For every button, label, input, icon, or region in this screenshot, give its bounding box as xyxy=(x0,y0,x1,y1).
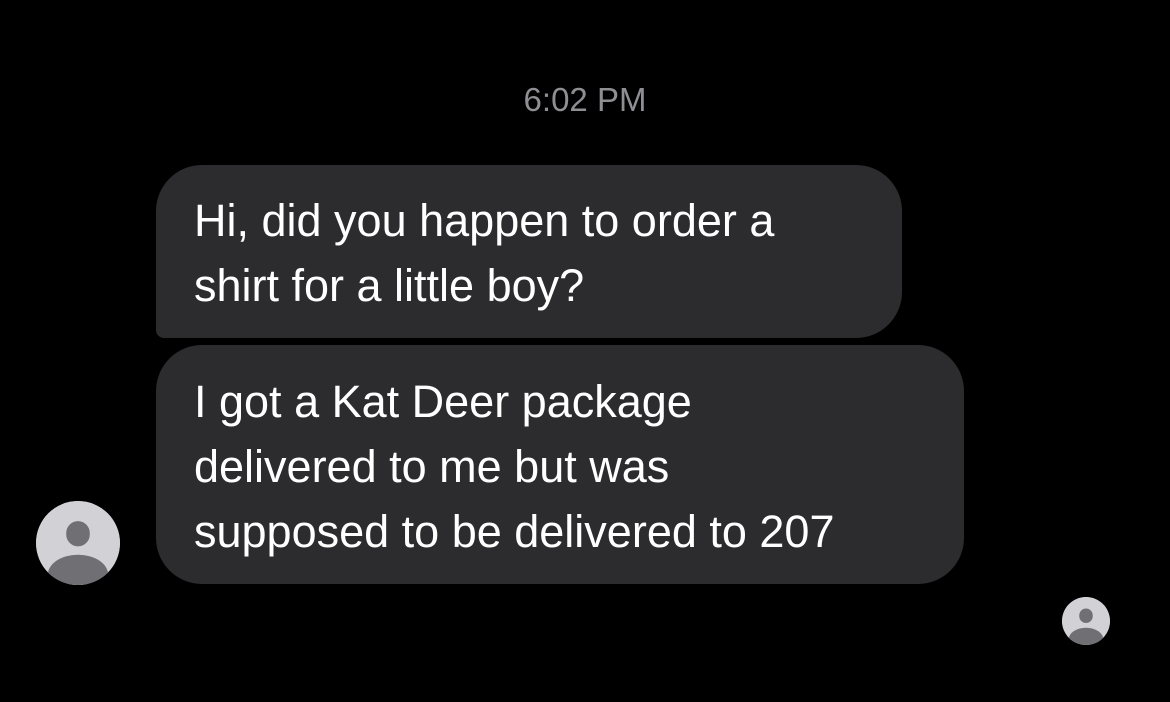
person-silhouette-icon xyxy=(1062,597,1110,645)
message-text-line: Hi, did you happen to order a xyxy=(194,195,775,246)
message-text-line: supposed to be delivered to 207 xyxy=(194,506,835,557)
message-bubble[interactable]: I got a Kat Deer package delivered to me… xyxy=(156,345,964,584)
message-timestamp: 6:02 PM xyxy=(523,81,647,118)
read-receipt-avatar[interactable] xyxy=(1062,597,1110,645)
message-text-line: delivered to me but was xyxy=(194,441,670,492)
message-bubble[interactable]: Hi, did you happen to order a shirt for … xyxy=(156,165,902,338)
sender-avatar[interactable] xyxy=(36,501,120,585)
person-silhouette-icon xyxy=(36,501,120,585)
message-text-line: I got a Kat Deer package xyxy=(194,376,692,427)
message-text-line: shirt for a little boy? xyxy=(194,260,585,311)
